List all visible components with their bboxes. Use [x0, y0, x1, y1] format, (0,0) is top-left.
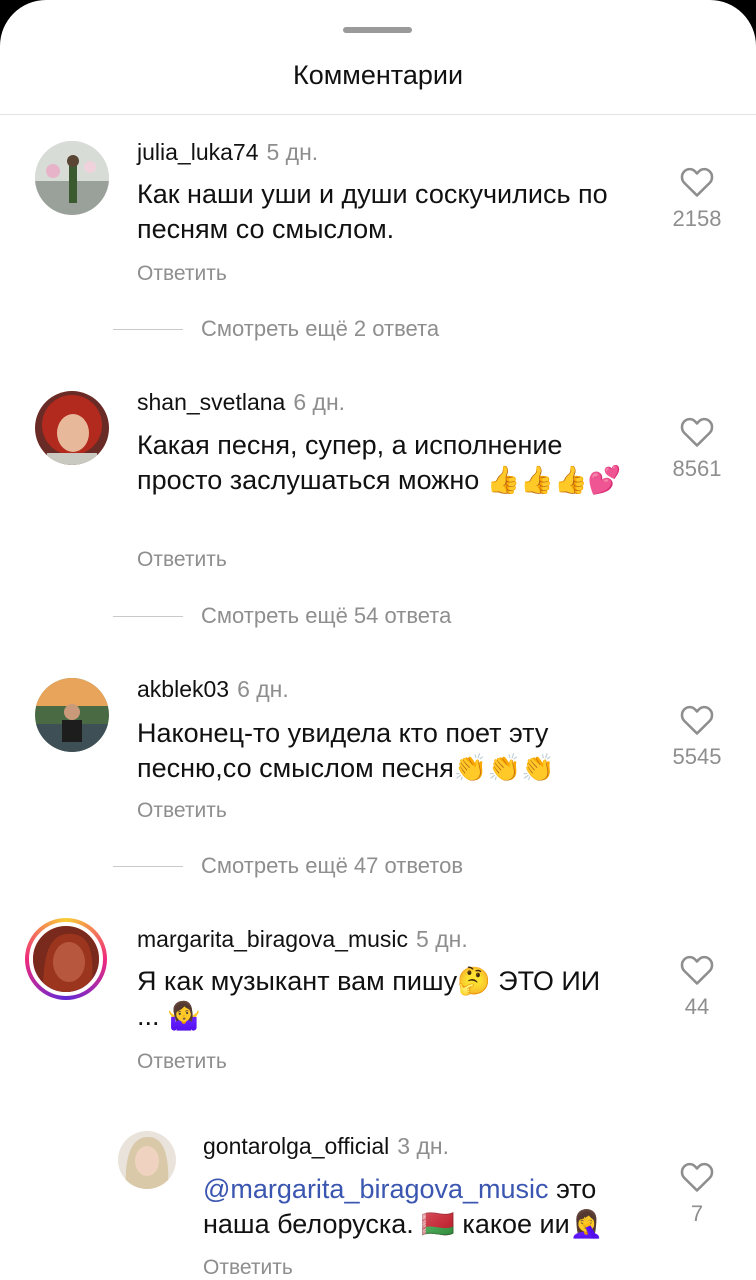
avatar-image: [35, 678, 109, 752]
username[interactable]: shan_svetlana: [137, 389, 285, 415]
avatar-image: [33, 926, 99, 992]
avatar[interactable]: [35, 391, 109, 465]
divider-line: [113, 615, 183, 617]
heart-outline-icon: [680, 417, 714, 447]
like-button[interactable]: 44: [652, 954, 742, 1020]
like-count: 5545: [672, 744, 722, 769]
sheet-title: Комментарии: [292, 60, 464, 90]
reply-time: 3 дн.: [397, 1133, 449, 1159]
divider-line: [113, 328, 183, 330]
username[interactable]: margarita_biragova_music: [137, 926, 408, 952]
view-more-label: Смотреть ещё 54 ответа: [201, 603, 452, 628]
comment-meta: margarita_biragova_music 5 дн.: [137, 926, 468, 953]
like-count: 7: [690, 1201, 704, 1226]
like-button[interactable]: 8561: [652, 416, 742, 482]
like-count: 2158: [672, 206, 722, 231]
username[interactable]: gontarolga_official: [203, 1133, 389, 1159]
view-more-replies[interactable]: Смотреть ещё 47 ответов: [113, 851, 463, 881]
comment-meta: julia_luka74 5 дн.: [137, 139, 318, 166]
heart-outline-icon: [680, 167, 714, 197]
avatar-image: [118, 1131, 176, 1189]
comment-time: 6 дн.: [237, 676, 289, 702]
avatar[interactable]: [35, 678, 109, 752]
view-more-replies[interactable]: Смотреть ещё 54 ответа: [113, 601, 451, 631]
reply-text: @margarita_biragova_music это наша белор…: [203, 1172, 653, 1242]
username[interactable]: akblek03: [137, 676, 229, 702]
comment-text: Я как музыкант вам пишу🤔 ЭТО ИИ ... 🤷‍♀️: [137, 966, 601, 1031]
view-more-label: Смотреть ещё 2 ответа: [201, 316, 440, 341]
view-more-replies[interactable]: Смотреть ещё 2 ответа: [113, 314, 439, 344]
header-divider: [0, 114, 756, 115]
comment-time: 5 дн.: [416, 926, 468, 952]
comment-text: Как наши уши и души соскучились по песня…: [137, 179, 608, 244]
mention-link[interactable]: @margarita_biragova_music: [203, 1174, 549, 1204]
heart-outline-icon: [680, 1162, 714, 1192]
avatar: [29, 922, 103, 996]
like-count: 44: [684, 994, 710, 1019]
reply-button[interactable]: Ответить: [137, 262, 227, 286]
reply-button[interactable]: Ответить: [203, 1256, 293, 1280]
like-button[interactable]: 2158: [652, 166, 742, 232]
comment-time: 6 дн.: [293, 389, 346, 415]
avatar-image: [35, 141, 109, 215]
username[interactable]: julia_luka74: [137, 139, 258, 165]
like-button[interactable]: 5545: [652, 704, 742, 770]
heart-outline-icon: [680, 705, 714, 735]
divider-line: [113, 865, 183, 867]
heart-outline-icon: [680, 955, 714, 985]
like-button[interactable]: 7: [652, 1161, 742, 1227]
reply-button[interactable]: Ответить: [137, 548, 227, 572]
comment-meta: akblek03 6 дн.: [137, 676, 289, 703]
comment-meta: shan_svetlana 6 дн.: [137, 389, 345, 416]
drag-handle[interactable]: [343, 27, 412, 33]
comment-text: Какая песня, супер, а исполнение просто …: [137, 430, 622, 495]
avatar[interactable]: [118, 1131, 176, 1189]
view-more-label: Смотреть ещё 47 ответов: [201, 853, 464, 878]
like-count: 8561: [672, 456, 722, 481]
reply-button[interactable]: Ответить: [137, 1050, 227, 1074]
avatar-story-ring[interactable]: [25, 918, 107, 1000]
comment-time: 5 дн.: [266, 139, 319, 165]
comment-text: Наконец-то увидела кто поет эту песню,со…: [137, 718, 555, 783]
reply-button[interactable]: Ответить: [137, 799, 227, 823]
comments-sheet: Комментарии julia_luka74 5 дн. Как наши у…: [0, 0, 756, 1280]
reply-meta: gontarolga_official 3 дн.: [203, 1133, 449, 1160]
avatar-image: [35, 391, 109, 465]
avatar[interactable]: [35, 141, 109, 215]
